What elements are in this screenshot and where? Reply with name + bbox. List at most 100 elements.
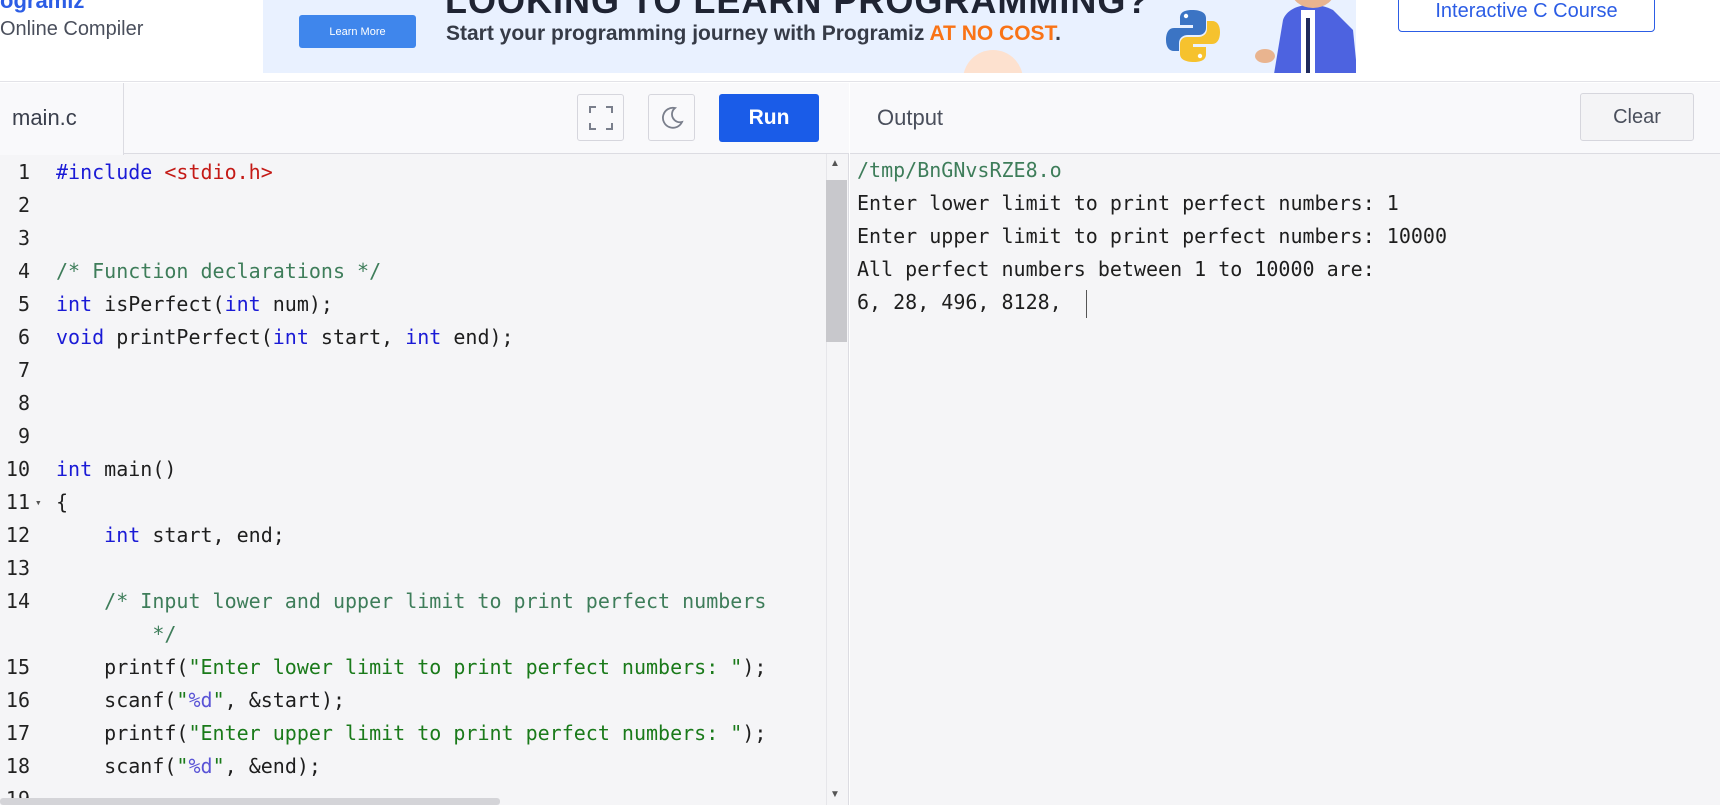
fullscreen-button[interactable] (577, 94, 624, 141)
code-line[interactable]: */ (0, 618, 826, 651)
line-number: 17 (5, 721, 30, 745)
code-token: end); (441, 325, 514, 349)
code-line[interactable]: 12 int start, end; (0, 519, 826, 552)
editor-horizontal-scrollbar[interactable] (0, 798, 500, 805)
brand-logo-text[interactable]: ogramiz (0, 0, 84, 14)
code-line[interactable]: 18 scanf("%d", &end); (0, 750, 826, 783)
code-line[interactable]: 4 /* Function declarations */ (0, 255, 826, 288)
code-token: #include (56, 160, 165, 184)
code-token: " (176, 754, 189, 778)
editor-pane: main.c Run 1 #include <stdio.h> 2 3 4 /* Func… (0, 83, 849, 805)
code-line[interactable]: 2 (0, 189, 826, 222)
output-line: All perfect numbers between 1 to 10000 a… (857, 257, 1375, 281)
code-line[interactable]: 10 int main() (0, 453, 826, 486)
code-text: scanf("%d", &end); (56, 750, 321, 783)
clear-button[interactable]: Clear (1580, 93, 1694, 141)
code-line[interactable]: 6 void printPerfect(int start, int end); (0, 321, 826, 354)
code-token: "Enter upper limit to print perfect numb… (188, 721, 743, 745)
code-line[interactable]: 13 (0, 552, 826, 585)
code-token: %d (188, 754, 213, 778)
code-line[interactable]: 17 printf("Enter upper limit to print pe… (0, 717, 826, 750)
code-line[interactable]: 8 (0, 387, 826, 420)
code-line[interactable]: 16 scanf("%d", &start); (0, 684, 826, 717)
code-line[interactable]: 9 (0, 420, 826, 453)
code-token: " (212, 688, 225, 712)
output-line: 6, 28, 496, 8128, (857, 286, 1707, 319)
code-line[interactable]: 15 printf("Enter lower limit to print pe… (0, 651, 826, 684)
editor-toolbar: main.c Run (0, 83, 849, 155)
line-number: 5 (17, 292, 30, 316)
line-number: 3 (17, 226, 30, 250)
code-token: int (224, 292, 261, 316)
code-token: int (405, 325, 442, 349)
code-text: #include <stdio.h> (56, 156, 273, 189)
code-line[interactable]: 7 (0, 354, 826, 387)
moon-icon (661, 106, 684, 129)
file-tab-main-c[interactable]: main.c (0, 83, 124, 155)
interactive-course-button[interactable]: Interactive C Course (1398, 0, 1655, 32)
run-button[interactable]: Run (719, 94, 819, 142)
code-token: int (104, 523, 141, 547)
line-number: 15 (5, 655, 30, 679)
learn-more-button[interactable]: Learn More (299, 15, 416, 48)
code-line[interactable]: 11 ▾ { (0, 486, 826, 519)
code-token: ); (742, 721, 767, 745)
code-token: <stdio.h> (164, 160, 273, 184)
promo-banner[interactable]: LOOKING TO LEARN PROGRAMMING? Learn More… (263, 0, 1356, 73)
scroll-down-arrow-icon[interactable]: ▼ (830, 789, 840, 800)
code-token: scanf( (56, 688, 177, 712)
code-text: printf("Enter upper limit to print perfe… (56, 717, 766, 750)
text-cursor (1085, 289, 1087, 318)
line-number: 8 (17, 391, 30, 415)
code-text: */ (56, 618, 176, 651)
editor-scroll-thumb[interactable] (826, 180, 847, 342)
output-console[interactable]: /tmp/BnGNvsRZE8.o Enter lower limit to p… (857, 154, 1707, 319)
code-token: int (272, 325, 309, 349)
code-token: " (212, 754, 225, 778)
code-line[interactable]: 5 int isPerfect(int num); (0, 288, 826, 321)
banner-text: Start your programming journey with Prog… (446, 22, 1061, 46)
code-line[interactable]: 3 (0, 222, 826, 255)
output-pane: Output Clear /tmp/BnGNvsRZE8.o Enter low… (850, 83, 1720, 805)
line-number: 9 (17, 424, 30, 448)
fullscreen-icon (588, 105, 613, 130)
code-text: /* Input lower and upper limit to print … (56, 585, 766, 618)
code-token: printf( (56, 655, 189, 679)
fold-arrow-icon[interactable]: ▾ (35, 486, 42, 519)
code-editor[interactable]: 1 #include <stdio.h> 2 3 4 /* Function declar… (0, 154, 826, 805)
code-text: scanf("%d", &start); (56, 684, 345, 717)
code-token: */ (56, 622, 177, 646)
output-toolbar: Output Clear (850, 83, 1720, 154)
line-number: 14 (5, 589, 30, 613)
line-number: 2 (17, 193, 30, 217)
line-number: 13 (5, 556, 30, 580)
person-illustration-icon (1255, 0, 1356, 73)
dark-mode-toggle[interactable] (648, 94, 695, 141)
code-token: scanf( (56, 754, 177, 778)
code-token: %d (188, 688, 213, 712)
code-text: int main() (56, 453, 176, 486)
code-token: " (176, 688, 189, 712)
code-token: int (56, 292, 93, 316)
line-number: 7 (17, 358, 30, 382)
code-text: int start, end; (56, 519, 285, 552)
code-token: /* Input lower and upper limit to print … (56, 589, 767, 613)
code-token: start, end; (140, 523, 285, 547)
code-line[interactable]: 1 #include <stdio.h> (0, 156, 826, 189)
top-header: ogramiz Online Compiler LOOKING TO LEARN… (0, 0, 1720, 82)
code-token: int (56, 457, 93, 481)
banner-headline: LOOKING TO LEARN PROGRAMMING? (445, 0, 1150, 21)
code-line[interactable]: 14 /* Input lower and upper limit to pri… (0, 585, 826, 618)
code-text: void printPerfect(int start, int end); (56, 321, 514, 354)
code-token: num); (260, 292, 333, 316)
line-number: 6 (17, 325, 30, 349)
code-token: ); (742, 655, 767, 679)
python-logo-icon (1166, 10, 1220, 62)
output-result: 6, 28, 496, 8128, (857, 290, 1074, 314)
scroll-up-arrow-icon[interactable]: ▲ (830, 158, 840, 169)
line-number: 4 (17, 259, 30, 283)
line-number: 1 (17, 160, 30, 184)
banner-decoration (963, 50, 1023, 73)
banner-text-main: Start your programming journey with Prog… (446, 22, 930, 45)
